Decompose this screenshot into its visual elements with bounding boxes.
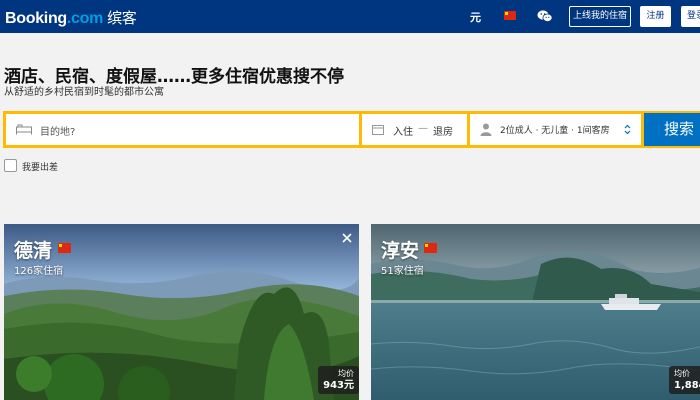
hero-subtitle: 从舒适的乡村民宿到时髦的都市公寓	[4, 87, 164, 98]
logo-tld: .com	[66, 10, 104, 27]
bed-icon	[16, 124, 32, 135]
person-icon	[480, 123, 492, 136]
checkout-label: 退房	[433, 127, 453, 138]
destination-placeholder: 目的地?	[40, 127, 76, 138]
booking-logo[interactable]: Booking.com 缤客	[5, 7, 137, 28]
card-price-box: 均价 1,884元	[669, 366, 700, 394]
calendar-icon	[372, 125, 384, 135]
china-flag-icon	[424, 243, 437, 253]
search-button[interactable]: 搜索	[644, 113, 700, 146]
business-trip-checkbox[interactable]	[4, 159, 17, 172]
card-property-count: 126家住宿	[14, 266, 64, 277]
chevron-updown-icon	[624, 124, 631, 135]
register-button[interactable]: 注册	[640, 6, 671, 27]
guests-summary: 2位成人 · 无儿童 · 1间客房	[500, 126, 610, 136]
china-flag-icon	[58, 243, 71, 253]
wechat-icon[interactable]	[537, 9, 553, 23]
card-price-box: 均价 943元	[318, 366, 359, 394]
booking-home-page: Booking.com缤客 元 上线我的住宿 注册 登录 酒店、民宿、度假屋………	[0, 0, 700, 400]
date-range-field[interactable]: 入住 — 退房	[362, 114, 467, 145]
language-flag-icon[interactable]	[504, 11, 516, 20]
price-value: 1,884元	[674, 380, 700, 391]
price-label: 均价	[674, 369, 690, 378]
currency-selector[interactable]: 元	[470, 9, 481, 25]
destination-card-deqing[interactable]: 德清 126家住宿 均价 943元	[4, 224, 359, 400]
card-city-title: 德清	[14, 240, 53, 262]
business-trip-label: 我要出差	[22, 163, 59, 173]
close-icon[interactable]	[341, 232, 353, 244]
card-city-title: 淳安	[381, 240, 420, 262]
chunan-photo	[371, 224, 700, 400]
logo-brand: Booking	[5, 10, 67, 27]
top-header: Booking.com缤客 元 上线我的住宿 注册 登录	[0, 0, 700, 33]
date-separator: —	[418, 123, 428, 134]
list-property-button[interactable]: 上线我的住宿	[569, 6, 631, 27]
price-label: 均价	[338, 369, 354, 378]
checkin-label: 入住	[393, 127, 413, 138]
destination-field[interactable]: 目的地?	[6, 114, 359, 145]
search-bar: 目的地? 入住 — 退房 2位成人 · 无儿童 · 1间客房 搜索	[3, 111, 700, 148]
guests-field[interactable]: 2位成人 · 无儿童 · 1间客房	[470, 114, 641, 145]
login-button[interactable]: 登录	[681, 6, 700, 27]
price-value: 943元	[323, 380, 354, 391]
destination-card-chunan[interactable]: 淳安 51家住宿 均价 1,884元	[371, 224, 700, 400]
logo-cn: 缤客	[107, 10, 137, 27]
card-property-count: 51家住宿	[381, 266, 424, 277]
